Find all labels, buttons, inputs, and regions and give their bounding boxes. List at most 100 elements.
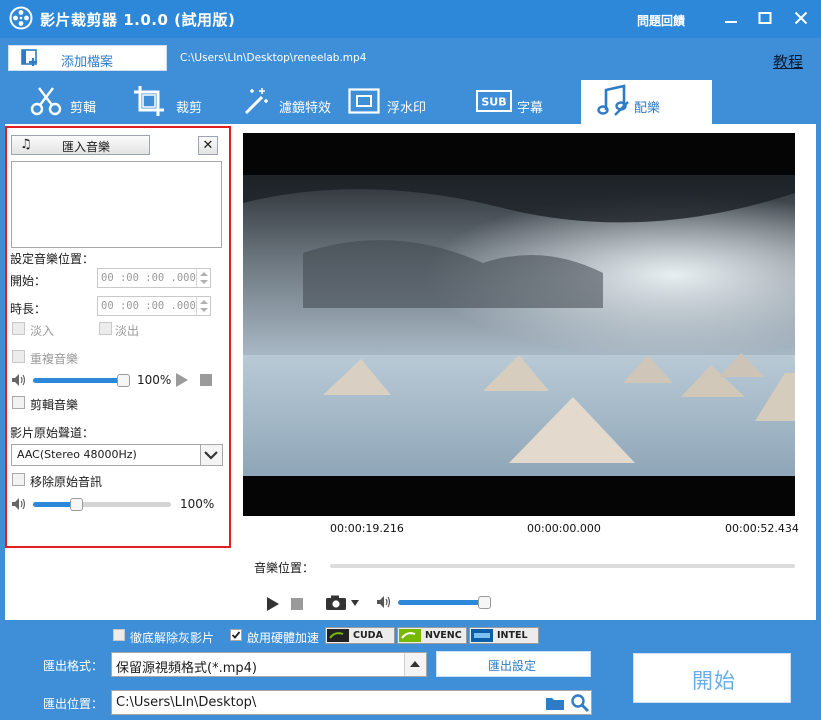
player-volume-slider[interactable] [398,596,491,609]
music-icon [597,84,629,116]
start-time-stepper[interactable] [196,269,210,287]
film-reel-logo-icon [9,6,33,30]
audio-track-value: AAC(Stereo 48000Hz) [17,448,137,461]
minimize-button[interactable] [719,6,743,30]
export-settings-button[interactable]: 匯出設定 [436,651,591,677]
music-position-slider[interactable] [330,564,795,568]
start-time-value: 00 :00 :00 .000 [101,272,196,284]
play-icon[interactable] [266,596,280,612]
nvidia-logo-icon [327,629,349,642]
watermark-icon [348,88,380,114]
duration-label: 時長： [10,302,47,316]
tab-filters[interactable]: 濾鏡特效 [236,80,340,124]
maximize-button[interactable] [753,6,777,30]
music-volume-thumb[interactable] [117,374,130,387]
music-volume-value: 100% [137,373,172,387]
subtitle-icon: SUB [476,90,512,112]
tab-music-label: 配樂 [634,101,661,116]
original-volume-slider[interactable] [33,498,171,511]
cut-music-label: 剪輯音樂 [30,398,79,412]
svg-text:SUB: SUB [481,96,506,109]
file-path: C:\Users\LIn\Desktop\reneelab.mp4 [180,52,367,64]
duration-time-stepper[interactable] [196,297,210,315]
add-file-label: 添加檔案 [61,55,114,70]
position-heading: 設定音樂位置： [10,252,95,266]
fade-in-checkbox[interactable] [12,322,25,335]
original-volume-value: 100% [180,497,215,511]
player-volume-thumb[interactable] [478,596,491,609]
cut-music-checkbox[interactable] [12,396,25,409]
export-location-label: 匯出位置： [43,697,104,711]
tab-filters-label: 濾鏡特效 [279,101,332,116]
tab-crop[interactable]: 裁剪 [132,80,212,124]
chevron-down-icon[interactable] [200,445,222,465]
intel-logo-icon [471,629,493,642]
tab-watermark[interactable]: 浮水印 [348,80,448,124]
repeat-music-checkbox[interactable] [12,350,25,363]
audio-track-select[interactable]: AAC(Stereo 48000Hz) [11,444,223,466]
video-frame [243,133,795,516]
export-format-select[interactable]: 保留源視頻格式(*.mp4) [111,652,427,677]
start-button[interactable]: 開始 [633,653,791,703]
close-icon [794,11,808,25]
chevron-up-icon[interactable] [404,653,426,676]
tab-cut[interactable]: 剪輯 [24,80,104,124]
intel-badge: INTEL [469,627,539,644]
original-track-heading: 影片原始聲道： [10,426,95,440]
minimize-icon [725,21,737,23]
remove-original-checkbox[interactable] [12,473,25,486]
tab-cut-label: 剪輯 [70,101,97,116]
music-position-label: 音樂位置： [254,561,315,575]
nvenc-badge-label: NVENC [425,630,462,641]
start-label: 開始： [10,274,47,288]
export-location-field[interactable]: C:\Users\LIn\Desktop\ [111,690,592,715]
video-preview[interactable] [243,133,795,516]
nvenc-badge: NVENC [397,627,467,644]
cuda-badge: CUDA [325,627,395,644]
crop-icon [134,86,164,116]
audio-panel: ♫ 匯入音樂 ✕ 設定音樂位置： 開始： 00 :00 :00 .000 時長：… [5,126,231,548]
repeat-music-label: 重複音樂 [30,352,79,366]
hw-accel-label: 啟用硬體加速 [247,631,320,645]
stop-music-icon[interactable] [200,374,212,386]
original-volume-thumb[interactable] [70,498,83,511]
fade-out-label: 淡出 [115,324,140,338]
app-window: 影片裁剪器 1.0.0 (試用版) 問題回饋 添加檔案 C:\Users\LIn… [0,0,821,720]
music-volume-slider[interactable] [33,374,130,387]
hw-accel-checkbox[interactable] [230,629,242,641]
duration-time-field[interactable]: 00 :00 :00 .000 [97,296,211,316]
music-list[interactable] [11,161,222,248]
volume-icon[interactable] [376,595,392,609]
time-position: 00:00:00.000 [527,522,601,535]
maximize-icon [758,12,772,24]
search-icon[interactable] [570,693,590,713]
duration-time-value: 00 :00 :00 .000 [101,300,196,312]
deinterlace-checkbox[interactable] [113,629,125,641]
export-format-value: 保留源視頻格式(*.mp4) [116,661,257,676]
remove-music-button[interactable]: ✕ [198,136,218,155]
tutorial-link[interactable]: 教程 [773,51,803,72]
stop-icon[interactable] [291,598,303,610]
magic-wand-icon [244,88,268,115]
tab-watermark-label: 浮水印 [387,101,427,116]
fade-in-label: 淡入 [30,324,55,338]
close-window-button[interactable] [789,6,813,30]
feedback-link[interactable]: 問題回饋 [637,12,685,29]
start-button-label: 開始 [692,669,736,693]
play-music-icon[interactable] [175,372,189,388]
intel-badge-label: INTEL [497,630,528,641]
folder-icon[interactable] [545,695,565,711]
scissors-icon [30,87,62,116]
export-format-label: 匯出格式： [43,659,104,673]
start-time-field[interactable]: 00 :00 :00 .000 [97,268,211,288]
add-file-button[interactable]: 添加檔案 [8,45,167,71]
add-file-icon [21,49,37,66]
import-music-button[interactable]: ♫ 匯入音樂 [11,135,150,155]
camera-icon[interactable] [325,595,361,611]
nvidia-logo-icon [399,629,421,642]
tab-subtitle[interactable]: SUB 字幕 [474,80,554,124]
fade-out-checkbox[interactable] [99,322,112,335]
tab-music[interactable]: 配樂 [581,80,712,124]
time-current: 00:00:19.216 [330,522,404,535]
tab-subtitle-label: 字幕 [517,101,544,116]
